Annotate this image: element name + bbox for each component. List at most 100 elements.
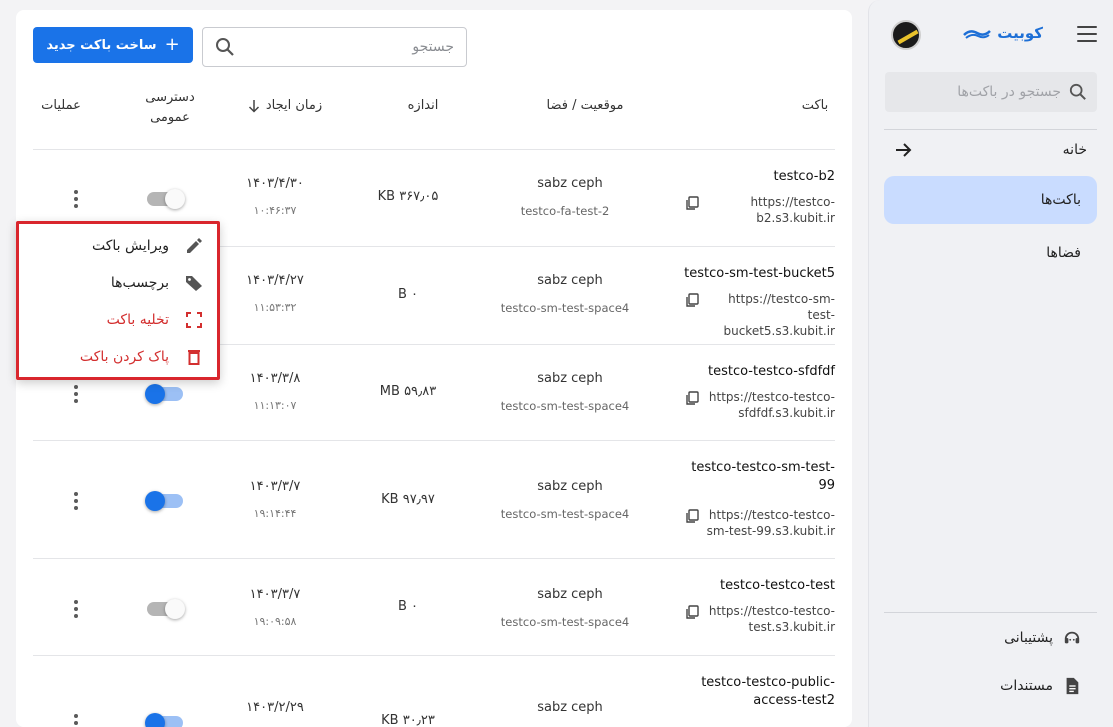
bucket-name[interactable]: testco-testco-sfdfdf [655, 363, 835, 381]
created-time: ۱۹:۰۹:۵۸ [253, 615, 297, 628]
created-date: ۱۴۰۳/۴/۳۰ [246, 176, 304, 191]
bucket-url-text: https://testco-testco-sfdfdf.s3.kubit.ir [708, 390, 835, 420]
bucket-size: ۰ B [397, 287, 419, 302]
location-name: sabz ceph [537, 273, 603, 288]
bucket-url-text: https://testco-b2.s3.kubit.ir [750, 195, 835, 225]
search-icon [216, 38, 234, 56]
support-icon [1064, 631, 1080, 644]
tag-icon [186, 276, 202, 291]
menu-item-label: ویرایش باکت [91, 238, 169, 254]
public-access-toggle[interactable] [145, 713, 183, 727]
created-time: ۱۱:۱۳:۰۷ [253, 399, 297, 412]
location-name: sabz ceph [537, 587, 603, 602]
more-actions-icon[interactable] [73, 714, 79, 727]
create-bucket-label: ساخت باکت جدید [46, 37, 157, 53]
bucket-search-input[interactable]: جستجو در باکت‌ها [885, 72, 1097, 112]
space-name: testco-fa-test-2 [520, 204, 610, 218]
sidebar-item-support[interactable]: پشتیبانی [884, 614, 1097, 662]
more-actions-icon[interactable] [73, 190, 79, 208]
column-size[interactable]: اندازه [393, 98, 453, 113]
column-public-access-line1: دسترسی [145, 90, 195, 105]
bucket-url: https://testco-testco-sm-test-99.s3.kubi… [685, 507, 835, 539]
arrow-down-icon [248, 99, 259, 113]
created-time: ۱۱:۵۳:۳۲ [253, 301, 297, 314]
bucket-name[interactable]: testco-sm-test-bucket5 [655, 265, 835, 283]
table-row[interactable]: testco-testco-test https://testco-testco… [33, 558, 835, 656]
public-access-toggle[interactable] [147, 189, 185, 209]
home-link[interactable]: خانه [884, 138, 1097, 162]
bucket-search-placeholder: جستجو در باکت‌ها [957, 84, 1061, 100]
public-access-toggle[interactable] [145, 491, 183, 511]
menu-icon[interactable] [1077, 26, 1097, 42]
arrow-right-icon [896, 143, 912, 157]
brand-logo[interactable]: کوبیت [963, 24, 1043, 42]
search-icon [1069, 83, 1086, 100]
created-date: ۱۴۰۳/۲/۲۹ [246, 700, 304, 715]
toggle-knob [145, 384, 165, 404]
copy-icon[interactable] [685, 196, 699, 210]
copy-icon[interactable] [685, 391, 699, 405]
bucket-size: ۵۹٫۸۳ MB [379, 384, 437, 399]
table-row[interactable]: testco-testco-public-access-test2 sabz c… [33, 655, 835, 727]
more-actions-icon[interactable] [73, 492, 79, 510]
copy-icon[interactable] [685, 605, 699, 619]
bucket-size: ۳۶۷٫۰۵ KB [377, 189, 439, 204]
sidebar-item-label: پشتیبانی [1004, 630, 1053, 646]
created-date: ۱۴۰۳/۴/۲۷ [246, 273, 304, 288]
space-name: testco-sm-test-space4 [500, 615, 630, 629]
toggle-knob [145, 491, 165, 511]
menu-item-label: برچسب‌ها [110, 275, 169, 291]
menu-item-empty-bucket[interactable]: تخلیه باکت [35, 308, 203, 332]
column-public-access[interactable]: دسترسی عمومی [135, 88, 205, 128]
bucket-url: https://testco-sm-test-bucket5.s3.kubit.… [685, 291, 835, 339]
sidebar-item-spaces[interactable]: فضاها [884, 229, 1097, 277]
location-name: sabz ceph [537, 371, 603, 386]
avatar[interactable] [891, 20, 921, 50]
pencil-icon [187, 238, 202, 253]
column-location[interactable]: موقعیت / فضا [525, 98, 645, 113]
created-time: ۱۹:۱۴:۴۴ [253, 507, 297, 520]
location-name: sabz ceph [537, 176, 603, 191]
location-name: sabz ceph [537, 479, 603, 494]
bucket-name[interactable]: testco-testco-sm-test-99 [675, 459, 835, 495]
sidebar-header: کوبیت [885, 18, 1097, 54]
bucket-url: https://testco-testco-sfdfdf.s3.kubit.ir [685, 389, 835, 421]
column-actions: عملیات [41, 98, 81, 113]
menu-item-edit-bucket[interactable]: ویرایش باکت [35, 234, 203, 258]
bucket-url: https://testco-testco-test.s3.kubit.ir [685, 603, 835, 635]
public-access-toggle[interactable] [147, 599, 185, 619]
more-actions-icon[interactable] [73, 385, 79, 403]
copy-icon[interactable] [685, 293, 699, 307]
menu-item-label: تخلیه باکت [106, 312, 169, 328]
bucket-size: ۹۷٫۹۷ KB [381, 492, 435, 507]
table-row[interactable]: testco-testco-sm-test-99 https://testco-… [33, 440, 835, 558]
public-access-toggle[interactable] [145, 384, 183, 404]
sidebar-item-docs[interactable]: مستندات [884, 662, 1097, 710]
created-date: ۱۴۰۳/۳/۷ [249, 587, 301, 602]
create-bucket-button[interactable]: + ساخت باکت جدید [33, 27, 193, 63]
more-actions-icon[interactable] [73, 600, 79, 618]
menu-item-tags[interactable]: برچسب‌ها [35, 271, 203, 295]
bucket-url-text: https://testco-testco-test.s3.kubit.ir [708, 604, 835, 634]
bucket-name[interactable]: testco-testco-public-access-test2 [675, 674, 835, 710]
created-date: ۱۴۰۳/۳/۷ [249, 479, 301, 494]
created-time: ۱۰:۴۶:۳۷ [253, 204, 297, 217]
bucket-name[interactable]: testco-b2 [655, 168, 835, 186]
column-bucket[interactable]: باکت [795, 98, 835, 113]
column-created[interactable]: زمان ایجاد [240, 98, 330, 113]
sidebar-item-label: مستندات [1000, 678, 1053, 694]
sidebar-item-label: باکت‌ها [1040, 192, 1081, 208]
trash-icon [188, 350, 200, 365]
toggle-knob [165, 189, 185, 209]
bucket-name[interactable]: testco-testco-test [655, 577, 835, 595]
sidebar-divider [884, 129, 1097, 130]
menu-item-delete-bucket[interactable]: پاک کردن باکت [35, 345, 203, 369]
created-date: ۱۴۰۳/۳/۸ [249, 371, 301, 386]
document-icon [1066, 677, 1079, 695]
sidebar-item-buckets[interactable]: باکت‌ها [884, 176, 1097, 224]
copy-icon[interactable] [685, 509, 699, 523]
search-placeholder: جستجو [412, 39, 454, 55]
table-header: باکت موقعیت / فضا اندازه زمان ایجاد دستر… [33, 86, 835, 150]
search-input[interactable]: جستجو [202, 27, 467, 67]
location-name: sabz ceph [537, 700, 603, 715]
